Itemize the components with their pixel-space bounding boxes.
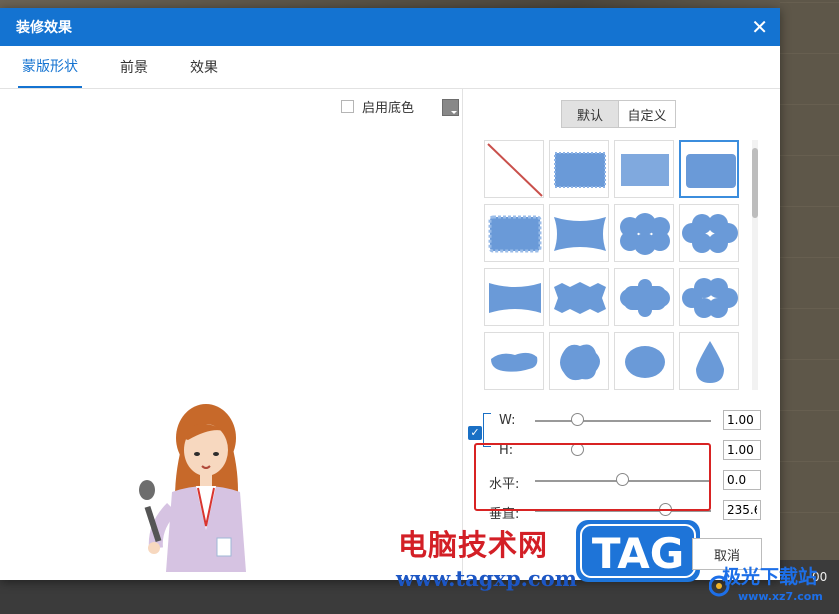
shape-scrollbar[interactable] [752,140,758,390]
watermark-site-url: www.tagxp.com [396,566,577,591]
shape-grid [484,140,744,390]
param-h-input[interactable] [723,440,761,460]
bg-color-checkbox[interactable] [341,100,354,113]
param-w-row: W: [463,410,780,432]
shape-splash[interactable] [549,332,609,390]
reporter-illustration [139,404,246,572]
shape-puffy-cloud[interactable] [679,204,739,262]
tab-effect[interactable]: 效果 [186,46,222,88]
shape-drop[interactable] [679,332,739,390]
tag-logo: TAG [576,520,700,582]
shape-ellipse[interactable] [614,332,674,390]
param-horizontal-input[interactable] [723,470,761,490]
shape-soft-rect[interactable] [549,140,609,198]
scrollbar-thumb[interactable] [752,148,758,218]
bg-color-option[interactable]: 启用底色 [341,97,414,116]
watermark-site-cn: 电脑技术网 [398,528,549,562]
tab-foreground[interactable]: 前景 [116,46,152,88]
shape-flag[interactable] [484,268,544,326]
param-w-input[interactable] [723,410,761,430]
dialog-title: 装修效果 [16,20,72,36]
shape-blur-rect[interactable] [614,140,674,198]
param-w-slider[interactable] [571,413,584,426]
segment-default[interactable]: 默认 [562,101,619,127]
background-panel [780,0,839,614]
shape-scalloped-cloud[interactable] [679,268,739,326]
param-vertical-input[interactable] [723,500,761,520]
tab-mask-shape[interactable]: 蒙版形状 [18,46,82,88]
close-icon[interactable]: ✕ [751,17,768,37]
shape-cloud[interactable] [614,204,674,262]
shape-burst[interactable] [549,268,609,326]
shape-brush-stroke[interactable] [484,332,544,390]
segment-custom[interactable]: 自定义 [619,101,675,127]
watermark-jiguang-url: www.xz7.com [738,590,823,603]
param-w-label: W: [499,413,516,428]
bg-color-label: 启用底色 [362,101,415,116]
watermark-jiguang-name: 极光下载站 [722,566,818,588]
bg-color-picker[interactable] [442,99,459,116]
shape-rounded-rect[interactable] [679,140,739,198]
dialog-titlebar: 装修效果 ✕ [0,8,780,46]
highlight-annotation [474,443,711,511]
shape-source-toggle: 默认 自定义 [561,100,676,128]
param-w-track[interactable] [535,420,711,422]
shape-stamp-rect[interactable] [484,204,544,262]
tab-bar: 蒙版形状 前景 效果 [0,46,780,89]
shape-concave-rect[interactable] [549,204,609,262]
shape-scalloped[interactable] [614,268,674,326]
shape-none[interactable] [484,140,544,198]
tag-logo-text: TAG [592,529,684,578]
